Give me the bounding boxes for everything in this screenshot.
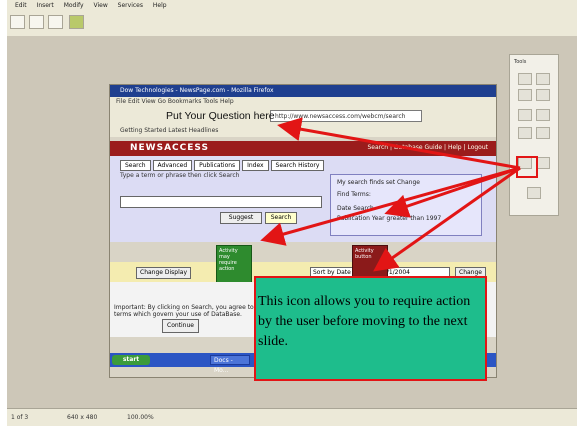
arrow-to-address	[277, 117, 521, 170]
arrow-to-callout	[373, 166, 521, 272]
arrow-to-filter	[384, 166, 521, 218]
callout-box: This icon allows you to require action b…	[254, 276, 487, 381]
callout-text: This icon allows you to require action b…	[258, 294, 471, 349]
arrow-to-green-box	[260, 166, 521, 246]
